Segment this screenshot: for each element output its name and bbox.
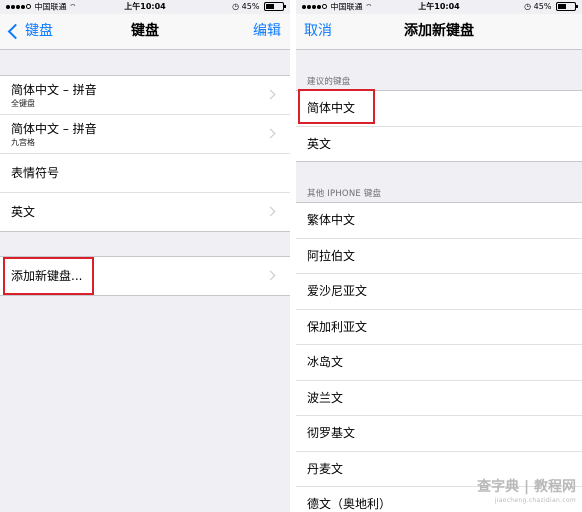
navigation-bar: 键盘 键盘 编辑	[0, 14, 290, 50]
keyboard-row-pinyin-full[interactable]: 简体中文 – 拼音 全键盘	[0, 76, 290, 115]
keyboard-label: 表情符号	[11, 166, 60, 180]
suggested-section-header: 建议的键盘	[307, 77, 351, 87]
navigation-bar: 取消 添加新键盘	[296, 14, 582, 50]
keyboard-label: 英文	[11, 205, 36, 219]
alarm-icon: ◷	[524, 2, 532, 11]
battery-percent: 45%	[241, 2, 260, 11]
keyboard-option[interactable]: 英文	[296, 127, 582, 162]
keyboard-option[interactable]: 波兰文	[296, 381, 582, 416]
keyboard-option-label: 丹麦文	[307, 461, 344, 476]
page-title: 添加新键盘	[404, 23, 474, 39]
keyboard-option-label: 保加利亚文	[307, 319, 368, 334]
keyboard-option-label: 冰岛文	[307, 355, 344, 369]
keyboard-option-label: 繁体中文	[307, 213, 356, 227]
status-bar: 中国联通 ⌔ 上午10:04 ◷ 45%	[0, 0, 290, 14]
add-keyboard-group: 添加新键盘...	[0, 256, 290, 296]
keyboard-option-label: 爱沙尼亚文	[307, 284, 368, 298]
keyboard-row-emoji[interactable]: 表情符号	[0, 154, 290, 193]
keyboard-option[interactable]: 冰岛文	[296, 345, 582, 381]
keyboard-label: 简体中文 – 拼音	[11, 122, 97, 136]
keyboard-label: 简体中文 – 拼音	[11, 83, 97, 97]
keyboard-sublabel: 九宫格	[11, 138, 35, 147]
chevron-right-icon	[265, 89, 276, 100]
page-title: 键盘	[131, 23, 159, 39]
keyboard-option[interactable]: 阿拉伯文	[296, 239, 582, 274]
chevron-right-icon	[265, 128, 276, 139]
keyboard-option-label: 简体中文	[307, 101, 356, 115]
keyboard-option[interactable]: 保加利亚文	[296, 310, 582, 345]
keyboard-row-pinyin-9key[interactable]: 简体中文 – 拼音 九宫格	[0, 115, 290, 154]
chevron-right-icon	[265, 206, 276, 217]
keyboard-option-label: 波兰文	[307, 390, 344, 405]
keyboard-option-label: 英文	[307, 136, 332, 151]
watermark: 查字典 | 教程网 jiaocheng.chazidian.com	[477, 480, 576, 508]
add-keyboard-screen: 中国联通 ⌔ 上午10:04 ◷ 45% 取消 添加新键盘 建议的键盘 简体中文…	[296, 0, 582, 512]
watermark-text: 查字典 | 教程网	[477, 479, 576, 495]
add-keyboard-label: 添加新键盘...	[11, 269, 83, 283]
add-keyboard-row[interactable]: 添加新键盘...	[0, 257, 290, 295]
keyboard-option[interactable]: 繁体中文	[296, 203, 582, 239]
battery-icon	[264, 2, 286, 11]
alarm-icon: ◷	[232, 2, 240, 11]
keyboard-option-label: 阿拉伯文	[307, 248, 356, 263]
other-section-header: 其他 IPHONE 键盘	[307, 189, 382, 199]
keyboard-option[interactable]: 彻罗基文	[296, 416, 582, 452]
keyboard-option-label: 彻罗基文	[307, 426, 356, 440]
keyboard-row-english[interactable]: 英文	[0, 193, 290, 231]
status-bar: 中国联通 ⌔ 上午10:04 ◷ 45%	[296, 0, 582, 14]
keyboards-settings-screen: 中国联通 ⌔ 上午10:04 ◷ 45% 键盘 键盘 编辑 简体中文 – 拼音 …	[0, 0, 290, 512]
keyboard-option-label: 德文（奥地利）	[307, 497, 392, 511]
keyboard-sublabel: 全键盘	[11, 99, 35, 108]
keyboard-list: 简体中文 – 拼音 全键盘 简体中文 – 拼音 九宫格 表情符号 英文	[0, 75, 290, 232]
edit-button[interactable]: 编辑	[253, 14, 281, 49]
battery-icon	[556, 2, 578, 11]
suggested-keyboard-list: 简体中文 英文	[296, 90, 582, 162]
chevron-right-icon	[265, 270, 276, 281]
battery-percent: 45%	[533, 2, 552, 11]
keyboard-option[interactable]: 简体中文	[296, 91, 582, 127]
other-keyboard-list: 繁体中文 阿拉伯文 爱沙尼亚文 保加利亚文 冰岛文 波兰文 彻罗基文 丹麦文 德…	[296, 202, 582, 512]
watermark-url: jiaocheng.chazidian.com	[494, 497, 576, 504]
keyboard-option[interactable]: 爱沙尼亚文	[296, 274, 582, 310]
